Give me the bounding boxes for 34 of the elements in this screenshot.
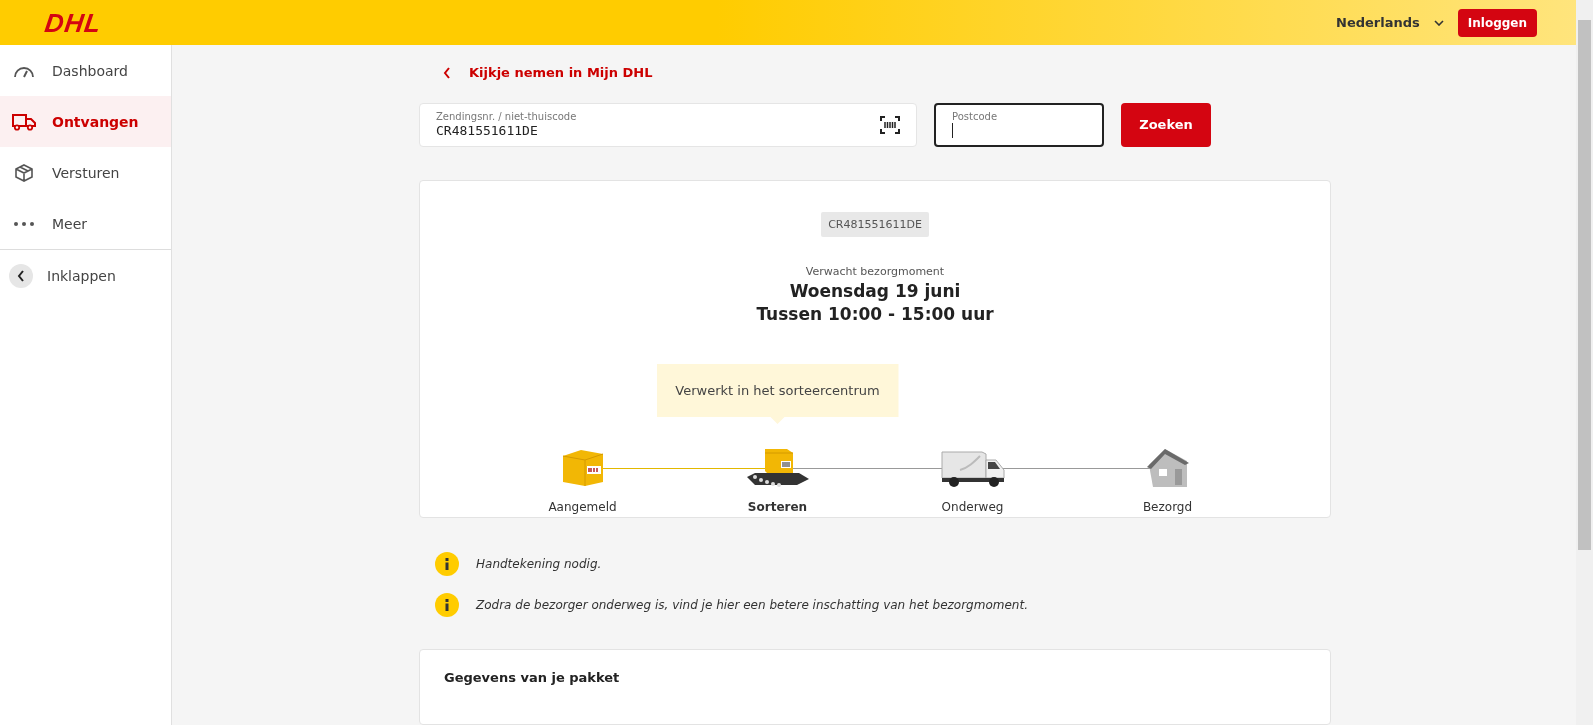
shipment-number-field[interactable]: Zendingsnr. / niet-thuiscode CR481551611DE [419,103,917,147]
status-tooltip: Verwerkt in het sorteercentrum [656,363,899,424]
step-label: Aangemeld [548,499,617,514]
postcode-field[interactable]: Postcode [934,103,1104,147]
sidebar-item[interactable]: Dashboard [0,45,171,96]
expected-delivery-label: Verwacht bezorgmoment [805,264,945,278]
box-icon [14,162,34,183]
barcode-scan-icon[interactable] [880,115,900,134]
chevron-left-icon [9,263,33,288]
step-label: Sorteren [747,499,808,514]
sidebar-item[interactable]: Meer [0,198,171,249]
truck-icon [12,112,36,131]
delivery-date: Woensdag 19 juni [789,280,961,301]
notice-text: Zodra de bezorger onderweg is, vind je hier een betere inschatting van het bezorgmoment. [476,597,1028,612]
back-link[interactable]: Kijkje nemen in Mijn DHL [443,65,653,80]
collapse-button[interactable]: Inklappen [0,250,171,301]
chevron-down-icon [1433,19,1444,26]
dhl-logo[interactable]: DHL [43,9,104,36]
card-title: Gegevens van je pakket [444,669,620,685]
language-selector[interactable]: Nederlands [1336,15,1444,30]
sidebar-item[interactable]: Versturen [0,147,171,198]
login-button[interactable]: Inloggen [1457,8,1537,37]
scrollbar[interactable] [1576,0,1593,725]
info-icon [435,592,459,617]
info-icon [435,551,459,576]
search-button[interactable]: Zoeken [1121,103,1211,147]
step-label: Bezorgd [1142,499,1193,514]
notice-text: Handtekening nodig. [476,556,602,571]
sidebar-item[interactable]: Ontvangen [0,96,171,147]
tracking-code-badge: CR481551611DE [821,211,929,237]
step-label: Onderweg [941,499,1004,514]
delivery-time: Tussen 10:00 - 15:00 uur [756,303,994,324]
chevron-left-icon [443,66,451,79]
more-dots-icon [13,220,35,227]
